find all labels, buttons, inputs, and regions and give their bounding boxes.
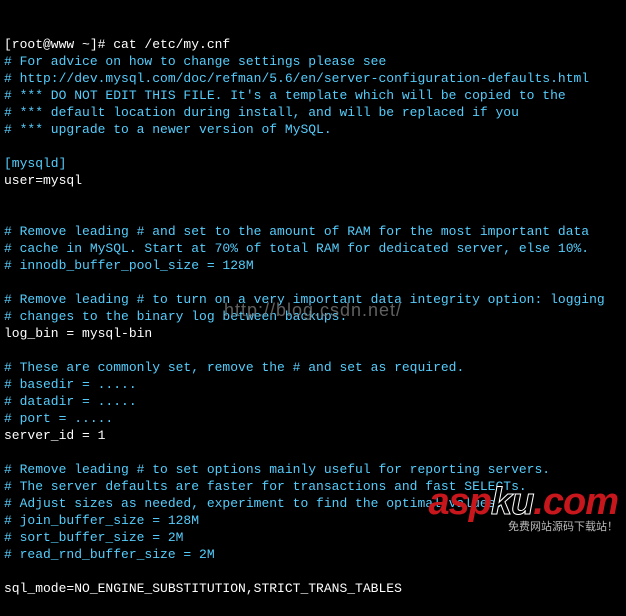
file-line: # http://dev.mysql.com/doc/refman/5.6/en… [4,70,622,87]
file-line: # innodb_buffer_pool_size = 128M [4,257,622,274]
file-line: # Remove leading # and set to the amount… [4,223,622,240]
file-line: # Remove leading # to turn on a very imp… [4,291,622,308]
prompt-line: [root@www ~]# cat /etc/my.cnf [4,36,622,53]
shell-prompt: [root@www ~]# [4,37,113,52]
file-line: # For advice on how to change settings p… [4,53,622,70]
file-line [4,342,622,359]
file-line: # port = ..... [4,410,622,427]
logo-part-asp: asp [428,481,490,523]
file-line [4,563,622,580]
file-line: log_bin = mysql-bin [4,325,622,342]
file-line: # cache in MySQL. Start at 70% of total … [4,240,622,257]
site-logo: aspku.com 免费网站源码下载站！ [428,483,618,536]
file-line [4,189,622,206]
file-line [4,206,622,223]
file-line: user=mysql [4,172,622,189]
logo-part-com: .com [533,481,618,523]
file-line: # *** upgrade to a newer version of MySQ… [4,121,622,138]
file-line: # basedir = ..... [4,376,622,393]
logo-part-ku: ku [491,481,533,523]
file-line [4,138,622,155]
file-line [4,444,622,461]
file-line: # datadir = ..... [4,393,622,410]
file-line: # read_rnd_buffer_size = 2M [4,546,622,563]
file-line: # *** default location during install, a… [4,104,622,121]
file-line: sql_mode=NO_ENGINE_SUBSTITUTION,STRICT_T… [4,580,622,597]
file-line: server_id = 1 [4,427,622,444]
file-line: [mysqld] [4,155,622,172]
logo-text: aspku.com [428,483,618,521]
shell-command: cat /etc/my.cnf [113,37,230,52]
file-line: # These are commonly set, remove the # a… [4,359,622,376]
file-line: # *** DO NOT EDIT THIS FILE. It's a temp… [4,87,622,104]
file-line: # Remove leading # to set options mainly… [4,461,622,478]
file-line: # changes to the binary log between back… [4,308,622,325]
file-line [4,274,622,291]
